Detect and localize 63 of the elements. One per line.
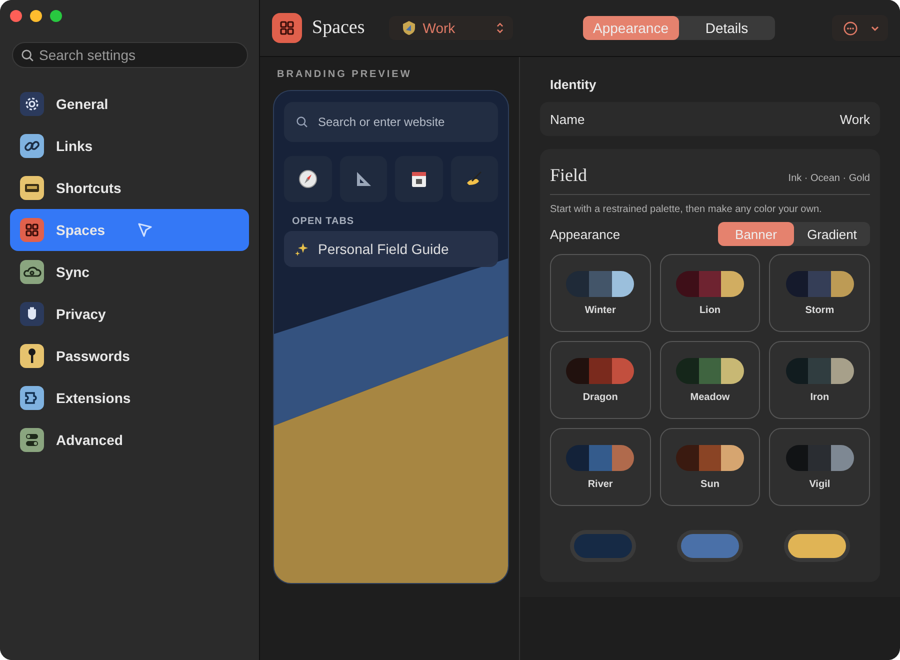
palette-option[interactable]: Lion bbox=[660, 254, 760, 332]
palette-subtitle: Ink · Ocean · Gold bbox=[788, 173, 870, 184]
shortcut-tile[interactable] bbox=[284, 156, 332, 202]
more-icon bbox=[843, 20, 858, 36]
sidebar-item[interactable]: Advanced bbox=[10, 419, 249, 461]
sidebar-item[interactable]: Shortcuts bbox=[10, 167, 249, 209]
field-label: Appearance bbox=[550, 226, 620, 242]
sidebar-item[interactable]: Privacy bbox=[10, 293, 249, 335]
palette-title: Field bbox=[550, 165, 588, 186]
section-heading: OPEN TABS bbox=[292, 216, 356, 227]
more-button[interactable] bbox=[832, 15, 888, 41]
zoom-window-button[interactable] bbox=[50, 10, 62, 22]
palette-option[interactable]: Storm bbox=[769, 254, 870, 332]
sparkle-icon bbox=[294, 241, 310, 257]
cursor-icon bbox=[137, 222, 154, 238]
search-icon bbox=[296, 116, 308, 128]
mode-tab[interactable]: Gradient bbox=[794, 222, 870, 246]
grid-icon bbox=[272, 13, 302, 43]
palette-option[interactable]: Dragon bbox=[550, 341, 651, 419]
sidebar-item[interactable]: Passwords bbox=[10, 335, 249, 377]
palette-option[interactable]: Meadow bbox=[660, 341, 760, 419]
page-title: Spaces bbox=[312, 17, 365, 39]
palette-option[interactable]: Vigil bbox=[769, 428, 870, 506]
sidebar-item[interactable]: General bbox=[10, 83, 249, 125]
minimize-window-button[interactable] bbox=[30, 10, 42, 22]
name-row[interactable]: Name Work bbox=[540, 102, 880, 136]
close-window-button[interactable] bbox=[10, 10, 22, 22]
tab[interactable]: Details bbox=[678, 16, 775, 40]
palette-swatch bbox=[676, 358, 744, 384]
description: Start with a restrained palette, then make any color your own. bbox=[550, 204, 823, 215]
sidebar-item[interactable]: Extensions bbox=[10, 377, 249, 419]
palette-swatch bbox=[786, 270, 854, 296]
section-heading: BRANDING PREVIEW bbox=[277, 69, 413, 80]
color-swatch[interactable] bbox=[570, 530, 636, 562]
compass-icon bbox=[298, 169, 318, 189]
palette-option[interactable]: River bbox=[550, 428, 651, 506]
search-field[interactable]: Search settings bbox=[12, 42, 248, 68]
open-tab[interactable]: Personal Field Guide bbox=[284, 231, 498, 267]
palette-swatch bbox=[566, 270, 634, 296]
palette-option[interactable]: Winter bbox=[550, 254, 651, 332]
field-value: Work bbox=[840, 112, 870, 126]
palette-swatch bbox=[676, 270, 744, 296]
field-label: Name bbox=[550, 112, 585, 126]
shortcut-tile[interactable] bbox=[450, 156, 498, 202]
space-selector[interactable]: Work bbox=[388, 16, 513, 40]
shortcut-tile[interactable] bbox=[395, 156, 442, 202]
shortcut-tile[interactable] bbox=[340, 156, 387, 202]
palette-swatch bbox=[786, 444, 854, 470]
color-swatch[interactable] bbox=[676, 530, 743, 562]
palette-swatch bbox=[676, 444, 744, 470]
palette-option[interactable]: Sun bbox=[660, 428, 760, 506]
search-icon bbox=[21, 49, 34, 62]
shield-icon bbox=[400, 20, 417, 36]
palette-option[interactable]: Iron bbox=[769, 341, 870, 419]
palette-swatch bbox=[786, 358, 854, 384]
sidebar-item[interactable]: Links bbox=[10, 125, 249, 167]
palette-swatch bbox=[566, 444, 634, 470]
sidebar-item[interactable]: Sync bbox=[10, 251, 249, 293]
palette-swatch bbox=[566, 358, 634, 384]
chevron-icon bbox=[494, 22, 505, 34]
section-heading: Identity bbox=[550, 77, 598, 92]
color-swatch[interactable] bbox=[784, 530, 850, 562]
search-field[interactable]: Search or enter website bbox=[284, 102, 498, 142]
